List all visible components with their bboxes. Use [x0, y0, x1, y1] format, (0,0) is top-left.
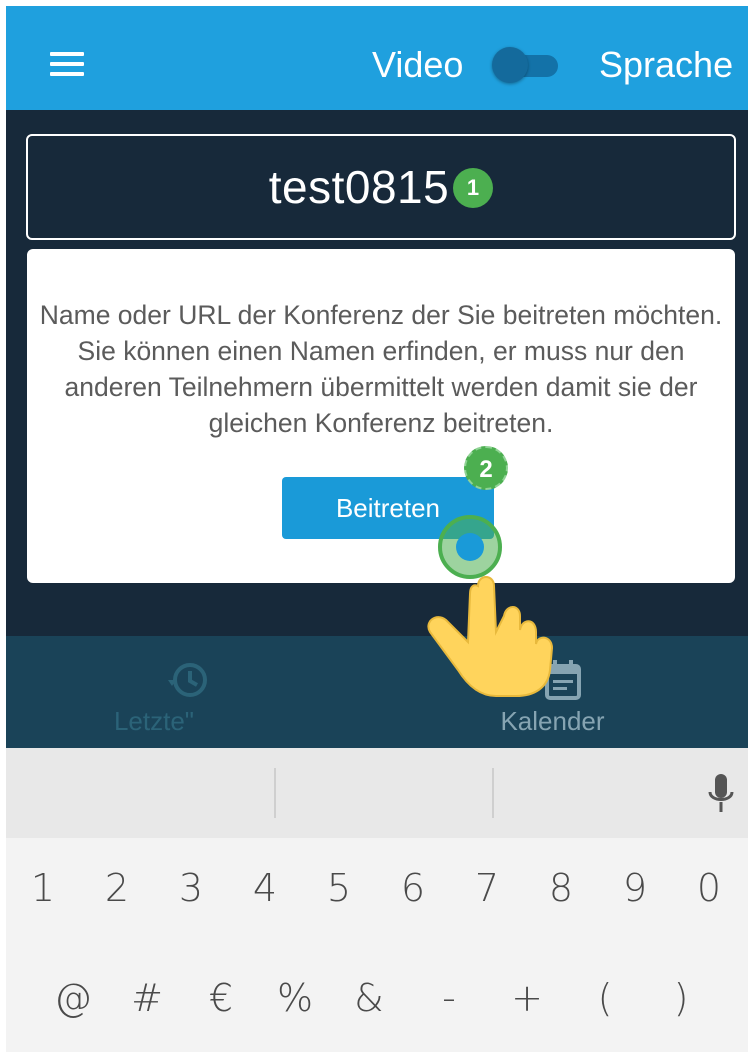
sprache-label: Sprache [599, 44, 734, 85]
key-minus[interactable]: - [416, 948, 482, 1048]
bottom-tab-bar: Letzte" Kalender [6, 636, 748, 748]
history-icon [168, 663, 207, 697]
keyboard-suggestion-bar [6, 748, 748, 838]
key-at[interactable]: @ [40, 948, 106, 1048]
key-7[interactable]: 7 [454, 838, 520, 938]
tab-calendar-label: Kalender [500, 706, 605, 736]
pointing-hand-icon [427, 576, 554, 697]
video-language-toggle[interactable] [492, 47, 560, 83]
conference-description: Name oder URL der Konferenz der Sie beit… [39, 300, 723, 438]
key-close-paren[interactable]: ) [648, 948, 714, 1048]
symbol-key-row: @ # € % & - + ( ) [6, 948, 748, 1048]
key-plus[interactable]: + [494, 948, 560, 1048]
room-name-value: test0815 [268, 161, 450, 213]
key-ampersand[interactable]: & [336, 948, 402, 1048]
tab-recent-label: Letzte" [113, 706, 195, 736]
key-4[interactable]: 4 [232, 838, 298, 938]
toggle-knob [492, 47, 528, 83]
room-name-value-wrap: test0815 1 [28, 160, 734, 214]
key-1[interactable]: 1 [10, 838, 76, 938]
key-9[interactable]: 9 [602, 838, 668, 938]
step-badge-2: 2 [464, 446, 508, 490]
key-euro[interactable]: € [188, 948, 254, 1048]
info-card: Name oder URL der Konferenz der Sie beit… [27, 249, 735, 583]
hamburger-menu-icon[interactable] [50, 52, 84, 76]
keyboard: 1 2 3 4 5 6 7 8 9 0 @ # € % & - + ( ) [6, 838, 748, 1052]
key-8[interactable]: 8 [528, 838, 594, 938]
suggestion-divider [274, 768, 276, 818]
suggestion-divider [492, 768, 494, 818]
key-percent[interactable]: % [262, 948, 328, 1048]
app-screen: Video Sprache test0815 1 Name oder URL de… [6, 6, 748, 1052]
key-hash[interactable]: # [114, 948, 180, 1048]
room-name-input[interactable]: test0815 1 [26, 134, 736, 240]
key-5[interactable]: 5 [306, 838, 372, 938]
video-label: Video [372, 44, 464, 85]
key-open-paren[interactable]: ( [572, 948, 638, 1048]
app-bar: Video Sprache [6, 6, 748, 110]
key-3[interactable]: 3 [158, 838, 224, 938]
key-6[interactable]: 6 [380, 838, 446, 938]
key-2[interactable]: 2 [84, 838, 150, 938]
microphone-icon[interactable] [706, 772, 736, 816]
number-key-row: 1 2 3 4 5 6 7 8 9 0 [6, 838, 748, 938]
key-0[interactable]: 0 [676, 838, 742, 938]
step-badge-1: 1 [453, 167, 494, 208]
tab-recent[interactable]: Letzte" [6, 636, 377, 748]
